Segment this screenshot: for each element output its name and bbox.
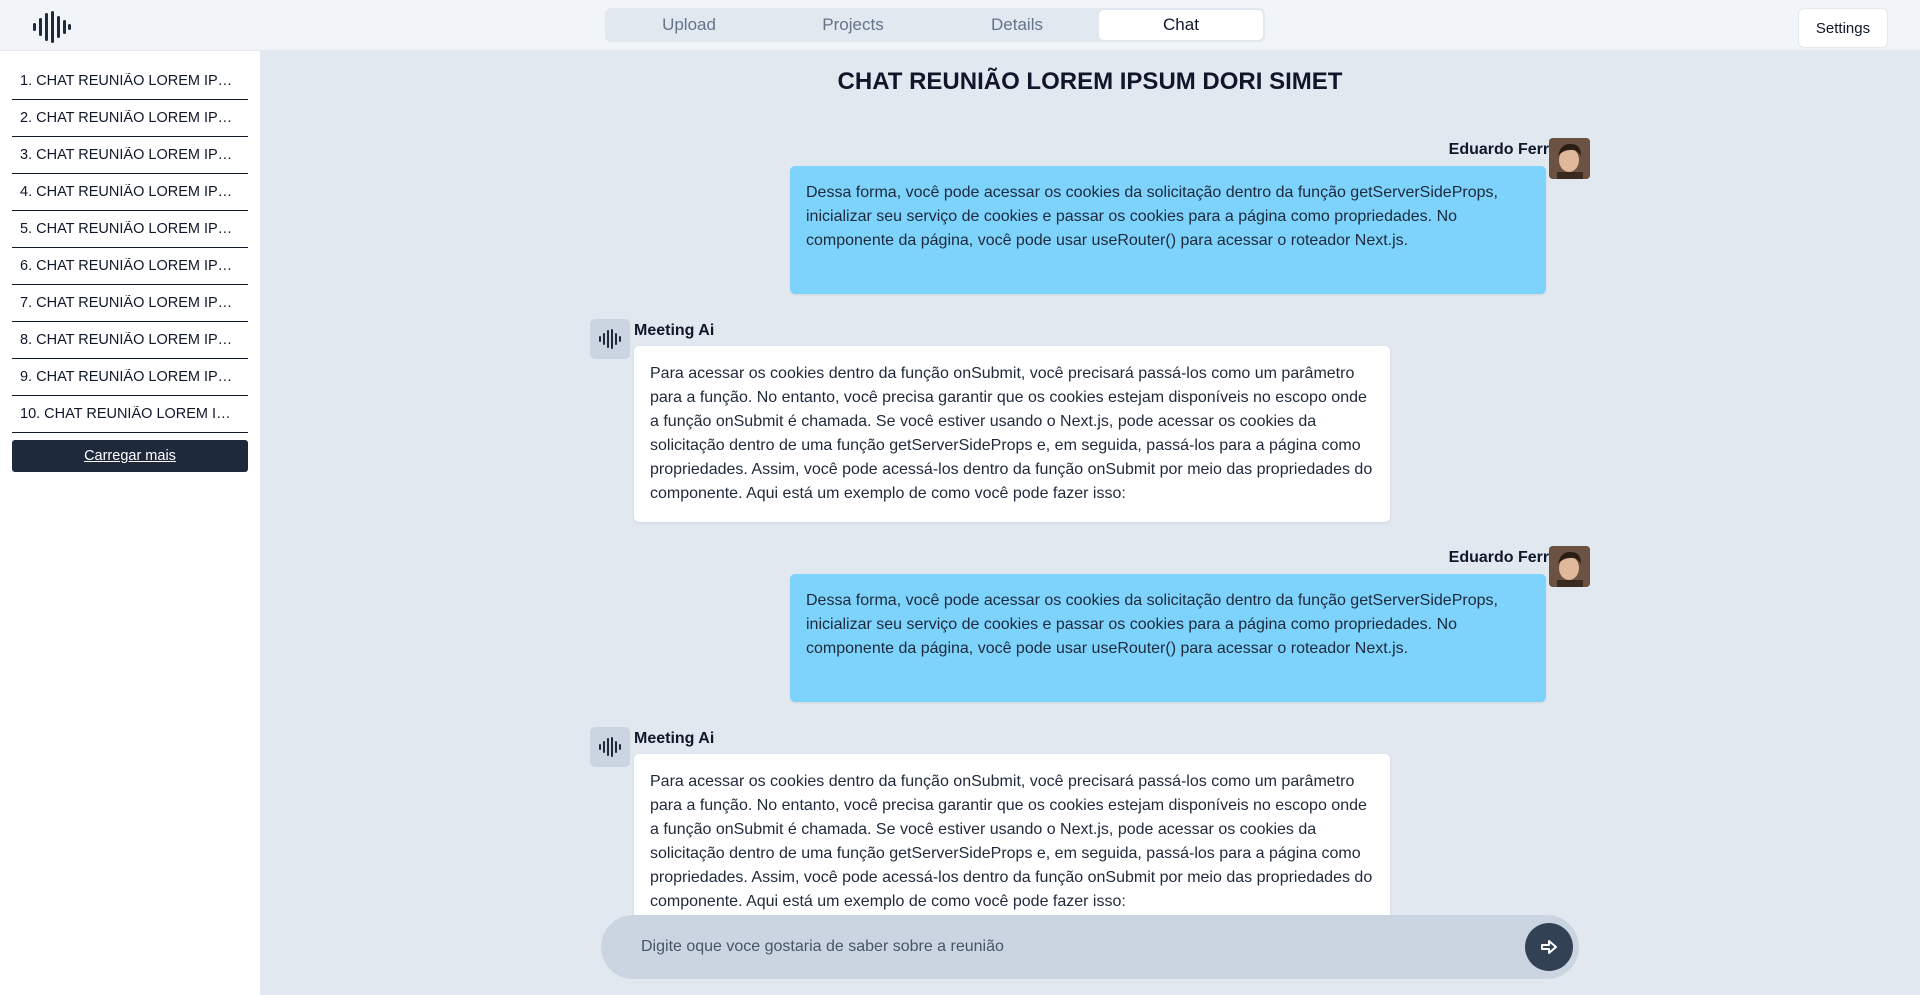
tab-details[interactable]: Details [935, 10, 1099, 40]
sidebar-item-chat-2[interactable]: 2. CHAT REUNIÃO LOREM IPSU... [12, 100, 248, 137]
sidebar-item-label: 4. CHAT REUNIÃO LOREM IPSU... [20, 184, 240, 200]
sidebar-item-label: 6. CHAT REUNIÃO LOREM IPSU... [20, 258, 240, 274]
chat-messages[interactable]: Eduardo Ferraz Dessa forma, você pode ac… [260, 129, 1920, 926]
send-button[interactable] [1525, 923, 1573, 971]
sidebar-item-label: 9. CHAT REUNIÃO LOREM IPSU... [20, 369, 240, 385]
sidebar-item-chat-4[interactable]: 4. CHAT REUNIÃO LOREM IPSU... [12, 174, 248, 211]
arrow-right-icon [1541, 940, 1557, 954]
settings-button[interactable]: Settings [1798, 8, 1888, 48]
page-title: CHAT REUNIÃO LOREM IPSUM DORI SIMET [837, 68, 1343, 95]
sidebar-item-label: 7. CHAT REUNIÃO LOREM IPSU... [20, 295, 240, 311]
chat-history-sidebar: 1. CHAT REUNIÃO LOREM IPSU... 2. CHAT RE… [0, 51, 260, 995]
chat-main: CHAT REUNIÃO LOREM IPSUM DORI SIMET Edua… [260, 51, 1920, 995]
load-more-button[interactable]: Carregar mais [12, 440, 248, 472]
sidebar-item-label: 8. CHAT REUNIÃO LOREM IPSU... [20, 332, 240, 348]
sidebar-item-label: 3. CHAT REUNIÃO LOREM IPSU... [20, 147, 240, 163]
tab-projects[interactable]: Projects [771, 10, 935, 40]
meeting-ai-icon [590, 727, 630, 767]
top-bar: Upload Projects Details Chat Settings [0, 0, 1920, 51]
tab-chat[interactable]: Chat [1099, 10, 1263, 40]
user-avatar [1549, 546, 1590, 587]
sidebar-item-label: 10. CHAT REUNIÃO LOREM IPS... [20, 406, 240, 422]
user-message-bubble: Dessa forma, você pode acessar os cookie… [790, 574, 1546, 702]
ai-message-bubble: Para acessar os cookies dentro da função… [634, 754, 1390, 926]
sidebar-item-chat-10[interactable]: 10. CHAT REUNIÃO LOREM IPS... [12, 396, 248, 433]
tab-upload[interactable]: Upload [607, 10, 771, 40]
chat-input-bar [601, 915, 1579, 979]
main-tabs: Upload Projects Details Chat [605, 8, 1265, 42]
message-author-ai: Meeting Ai [634, 322, 715, 339]
soundwave-logo-icon[interactable] [32, 11, 72, 43]
sidebar-item-chat-6[interactable]: 6. CHAT REUNIÃO LOREM IPSU... [12, 248, 248, 285]
sidebar-item-chat-5[interactable]: 5. CHAT REUNIÃO LOREM IPSU... [12, 211, 248, 248]
sidebar-item-chat-7[interactable]: 7. CHAT REUNIÃO LOREM IPSU... [12, 285, 248, 322]
user-avatar [1549, 138, 1590, 179]
sidebar-item-label: 5. CHAT REUNIÃO LOREM IPSU... [20, 221, 240, 237]
sidebar-item-label: 2. CHAT REUNIÃO LOREM IPSU... [20, 110, 240, 126]
sidebar-item-chat-1[interactable]: 1. CHAT REUNIÃO LOREM IPSU... [12, 63, 248, 100]
ai-message-bubble: Para acessar os cookies dentro da função… [634, 346, 1390, 522]
chat-input[interactable] [601, 915, 1501, 979]
user-message-bubble: Dessa forma, você pode acessar os cookie… [790, 166, 1546, 294]
meeting-ai-icon [590, 319, 630, 359]
message-author-ai: Meeting Ai [634, 730, 715, 747]
sidebar-item-chat-8[interactable]: 8. CHAT REUNIÃO LOREM IPSU... [12, 322, 248, 359]
sidebar-item-chat-9[interactable]: 9. CHAT REUNIÃO LOREM IPSU... [12, 359, 248, 396]
sidebar-item-label: 1. CHAT REUNIÃO LOREM IPSU... [20, 73, 240, 89]
sidebar-item-chat-3[interactable]: 3. CHAT REUNIÃO LOREM IPSU... [12, 137, 248, 174]
